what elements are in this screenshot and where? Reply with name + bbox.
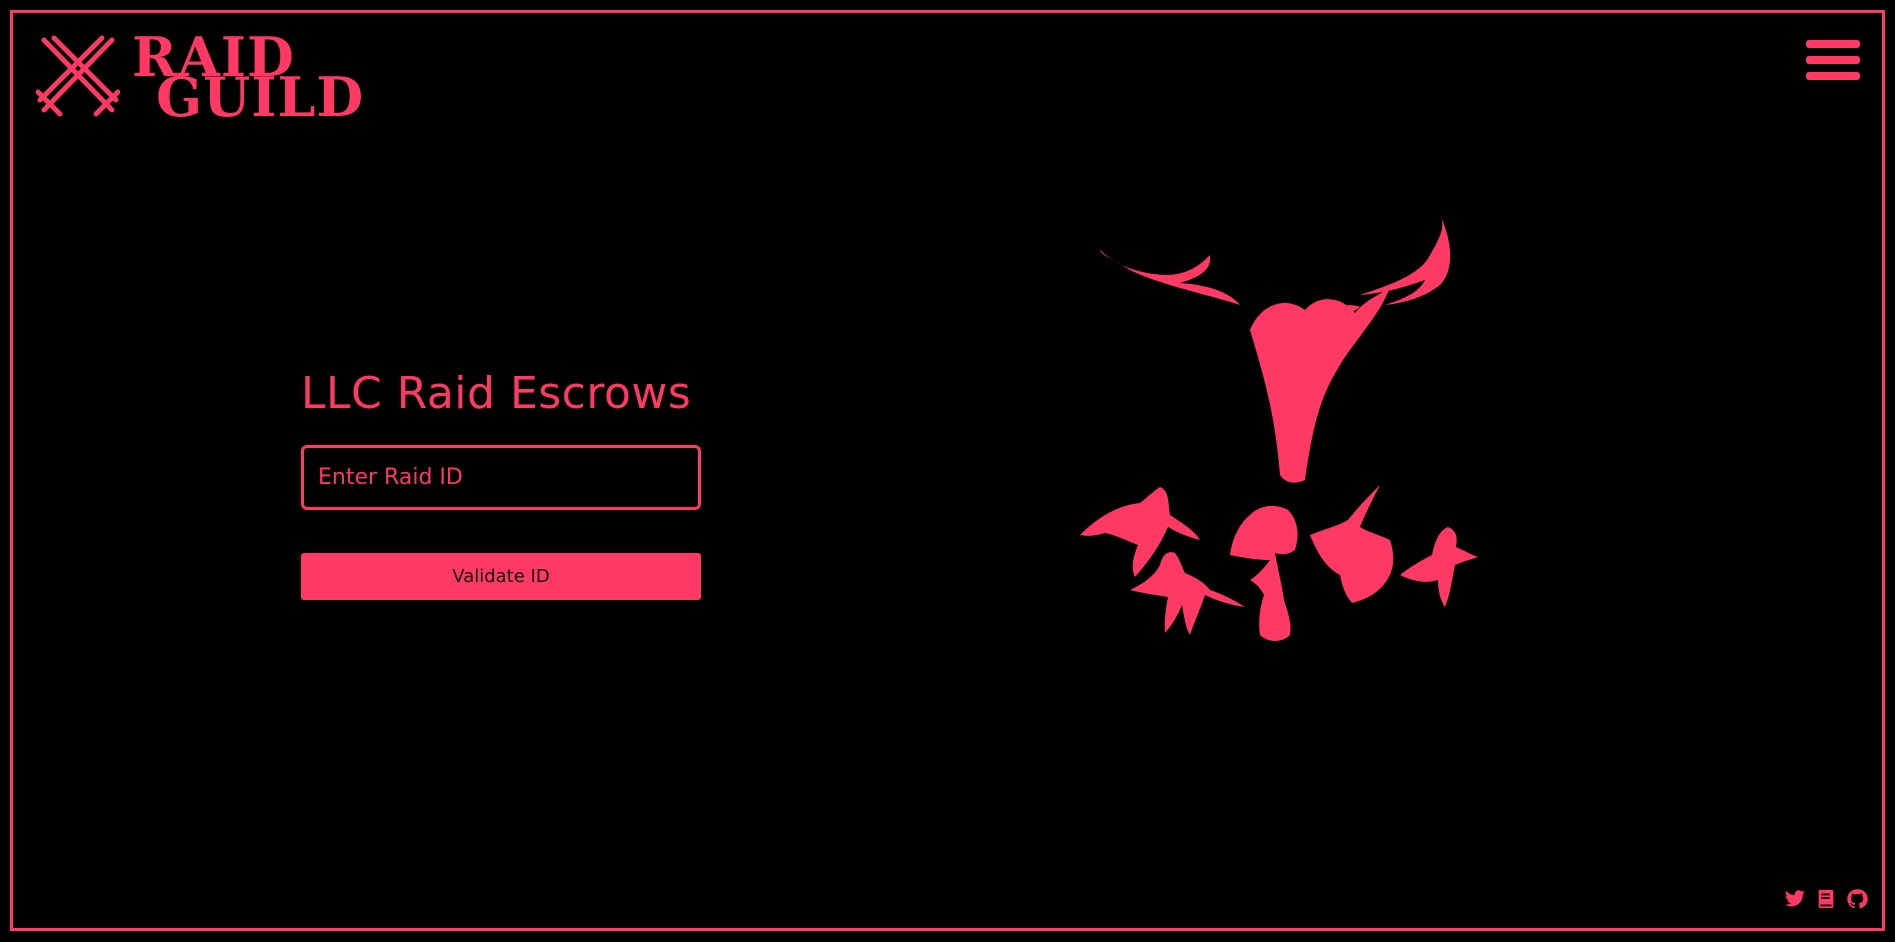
hero-swordsman [1310,485,1394,603]
hero-archer [1400,527,1478,607]
raid-guild-logo[interactable]: RAID GUILD [36,30,363,124]
twitter-icon[interactable] [1784,888,1806,910]
hamburger-menu-icon[interactable] [1806,40,1860,90]
demon-horn-right [1360,215,1451,305]
page-title: LLC Raid Escrows [301,368,692,419]
validate-id-button[interactable]: Validate ID [301,553,701,600]
hero-mage-with-tree [1230,505,1298,641]
menu-bar [1806,72,1860,80]
logo-text-guild: GUILD [156,65,365,129]
hero-knight [1130,552,1245,635]
hero-warrior-flying [1080,487,1200,577]
demon-horn-left [1100,250,1240,305]
demon-face [1250,287,1390,483]
menu-bar [1806,56,1860,64]
raid-id-input[interactable] [301,445,701,510]
github-icon[interactable] [1846,888,1868,910]
menu-bar [1806,40,1860,48]
crossed-swords-icon [36,35,120,117]
social-links [1775,888,1868,910]
page-frame [10,10,1885,931]
book-icon[interactable] [1815,888,1837,910]
raid-party-illustration [1080,215,1478,641]
